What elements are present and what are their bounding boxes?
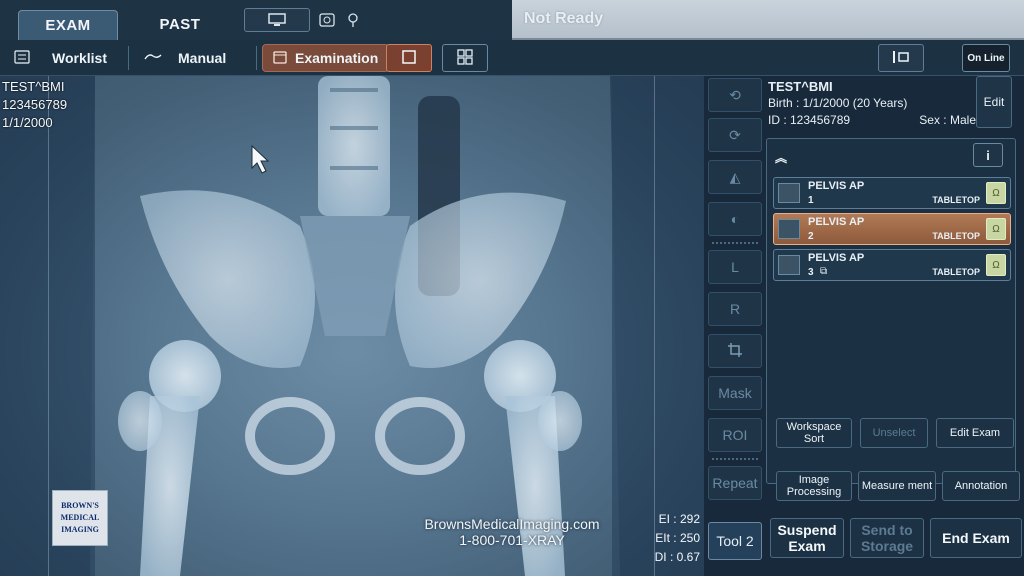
overlay-patient-id: 123456789: [2, 97, 68, 112]
dose-ei: EI : 292: [658, 512, 700, 526]
repeat-button[interactable]: Repeat: [708, 466, 762, 500]
patient-birth: Birth : 1/1/2000 (20 Years): [768, 96, 908, 110]
watermark: BrownsMedicalImaging.com 1-800-701-XRAY: [412, 516, 612, 548]
series-item-selected[interactable]: PELVIS AP 2 TABLETOP Ω: [773, 213, 1011, 245]
image-overlay-info: TEST^BMI 123456789 1/1/2000: [2, 78, 67, 132]
dose-di: DI : 0.67: [654, 550, 700, 564]
frame-guide-line: [654, 76, 655, 576]
rotate-left-button[interactable]: ⟲: [708, 78, 762, 112]
tab-past[interactable]: PAST: [130, 10, 230, 40]
annotation-button[interactable]: Annotation: [942, 471, 1020, 501]
worklist-label: Worklist: [52, 50, 107, 66]
crop-icon: [727, 342, 743, 361]
crop-button[interactable]: [708, 334, 762, 368]
list-icon: [14, 49, 30, 67]
grid-view-button[interactable]: [442, 44, 488, 72]
collapse-chevron-icon[interactable]: ︽: [775, 149, 787, 166]
exposure-status-icon: Ω: [986, 182, 1006, 204]
frame-guide-line: [48, 76, 49, 576]
detector-icon: [344, 8, 362, 32]
brand-logo: BROWN'S MEDICAL IMAGING: [52, 490, 108, 546]
end-exam-button[interactable]: End Exam: [930, 518, 1022, 558]
manual-label: Manual: [178, 50, 227, 66]
monitor-icon[interactable]: [244, 8, 310, 32]
dose-eit: EIt : 250: [655, 531, 700, 545]
overlay-patient-dob: 1/1/2000: [2, 115, 53, 130]
suspend-exam-button[interactable]: Suspend Exam: [770, 518, 844, 558]
workspace-sort-button[interactable]: Workspace Sort: [776, 418, 852, 448]
mask-button[interactable]: Mask: [708, 376, 762, 410]
edit-exam-button[interactable]: Edit Exam: [936, 418, 1014, 448]
image-processing-button[interactable]: Image Processing: [776, 471, 852, 501]
calendar-icon: [273, 50, 287, 67]
rotate-clockwise-icon: ⟳: [729, 126, 741, 143]
patient-name: TEST^BMI: [768, 79, 833, 94]
examination-label: Examination: [295, 50, 379, 66]
measurement-button[interactable]: Measure ment: [858, 471, 936, 501]
exposure-status-icon: Ω: [986, 218, 1006, 240]
invert-icon: ◐: [730, 211, 740, 227]
tool-separator: [712, 458, 758, 460]
series-item[interactable]: PELVIS AP 1 TABLETOP Ω: [773, 177, 1011, 209]
roi-button[interactable]: ROI: [708, 418, 762, 452]
worklist-button[interactable]: Worklist: [4, 44, 117, 72]
image-tool-column: ⟲ ⟳ ◭ ◐ L R Mask ROI Repeat Tool 2: [704, 76, 766, 576]
patient-panel: TEST^BMI Birth : 1/1/2000 (20 Years) ID …: [766, 76, 1024, 576]
toolbar-divider: [128, 46, 129, 70]
top-tab-bar: EXAM PAST: [0, 0, 512, 40]
flip-button[interactable]: ◭: [708, 160, 762, 194]
single-view-button[interactable]: [386, 44, 432, 72]
left-marker-button[interactable]: L: [708, 250, 762, 284]
patient-sex: Sex : Male: [919, 113, 976, 127]
online-button[interactable]: On Line: [962, 44, 1010, 72]
right-marker-button[interactable]: R: [708, 292, 762, 326]
watermark-phone: 1-800-701-XRAY: [459, 532, 565, 548]
wrench-icon: [890, 49, 912, 68]
info-button[interactable]: i: [973, 143, 1003, 167]
rotate-right-button[interactable]: ⟳: [708, 118, 762, 152]
flip-icon: ◭: [729, 168, 741, 185]
main-toolbar: Worklist Manual Examination On Line: [0, 40, 1024, 76]
series-thumbnail: [778, 183, 800, 203]
series-thumbnail: [778, 219, 800, 239]
hdd-icon: [318, 8, 336, 32]
watermark-site: BrownsMedicalImaging.com: [424, 516, 600, 532]
invert-button[interactable]: ◐: [708, 202, 762, 236]
status-text: Not Ready: [524, 10, 604, 27]
unselect-button[interactable]: Unselect: [860, 418, 928, 448]
status-bar: Not Ready: [512, 0, 1024, 40]
patient-card: TEST^BMI Birth : 1/1/2000 (20 Years) ID …: [766, 76, 978, 132]
exposure-status-icon: Ω: [986, 254, 1006, 276]
patient-id: ID : 123456789: [768, 113, 851, 127]
tools-button[interactable]: [878, 44, 924, 72]
hand-icon: [144, 50, 162, 67]
manual-button[interactable]: Manual: [134, 44, 236, 72]
xray-viewport[interactable]: TEST^BMI 123456789 1/1/2000 BROWN'S MEDI…: [0, 76, 704, 576]
copy-icon: ⧉: [820, 266, 828, 277]
tool-separator: [712, 242, 758, 244]
grid-icon: [457, 48, 473, 68]
send-to-storage-button[interactable]: Send to Storage: [850, 518, 924, 558]
toolbar-divider: [256, 46, 257, 70]
rotate-icon: ⟲: [729, 86, 741, 103]
edit-patient-button[interactable]: Edit: [976, 76, 1012, 128]
overlay-patient-name: TEST^BMI: [2, 79, 65, 94]
series-item[interactable]: PELVIS AP 3 ⧉ TABLETOP Ω: [773, 249, 1011, 281]
tab-exam[interactable]: EXAM: [18, 10, 118, 40]
single-pane-icon: [402, 49, 416, 67]
examination-button[interactable]: Examination: [262, 44, 390, 72]
series-thumbnail: [778, 255, 800, 275]
tool2-button[interactable]: Tool 2: [708, 522, 762, 560]
